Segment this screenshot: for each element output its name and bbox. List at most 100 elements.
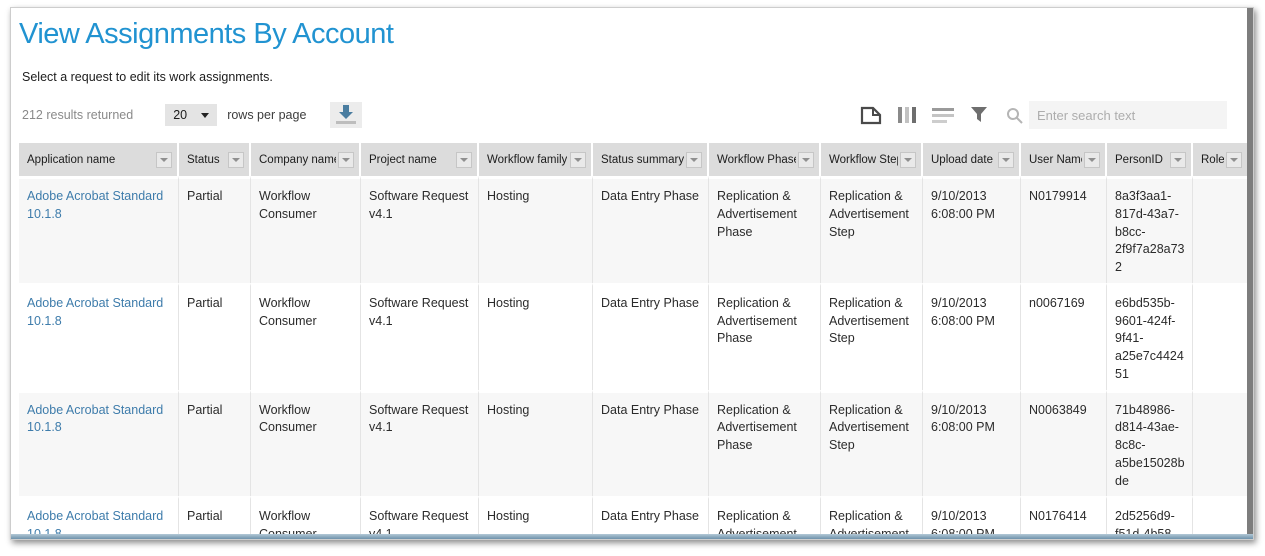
column-header-user[interactable]: User Name [1021,143,1107,176]
cell-phase: Replication & Advertisement Phase [709,282,821,390]
column-header-step[interactable]: Workflow Step [821,143,923,176]
column-header-upload[interactable]: Upload date [923,143,1021,176]
chevron-down-icon [1088,157,1096,162]
column-filter-step-button[interactable] [900,151,916,168]
cell-project: Software Request v4.1 [361,176,479,283]
filter-button[interactable] [970,106,988,124]
column-filter-family-button[interactable] [570,151,586,168]
column-header-family[interactable]: Workflow family [479,143,593,176]
cell-project: Software Request v4.1 [361,389,479,497]
cell-user: N0063849 [1021,389,1107,497]
cell-roles [1193,282,1247,390]
application-link[interactable]: Adobe Acrobat Standard 10.1.8 [27,189,163,221]
column-filter-status-button[interactable] [228,151,244,168]
rows-icon [932,107,954,123]
chevron-down-icon [160,157,168,162]
column-header-status[interactable]: Status [179,143,251,176]
table-row: Adobe Acrobat Standard 10.1.8 PartialWork… [19,176,1247,283]
new-page-icon [860,106,882,124]
cell-app: Adobe Acrobat Standard 10.1.8 [19,176,179,283]
search-input[interactable] [1029,101,1227,129]
application-link[interactable]: Adobe Acrobat Standard 10.1.8 [27,403,163,435]
column-filter-roles-button[interactable] [1226,151,1242,168]
cell-user: N0179914 [1021,176,1107,283]
chevron-down-icon [802,157,810,162]
cell-family: Hosting [479,176,593,283]
column-header-company[interactable]: Company name [251,143,361,176]
cell-company: Workflow Consumer [251,389,361,497]
table-head: Application name Status Company name Projec… [19,143,1247,176]
column-filter-project-button[interactable] [456,151,472,168]
table-body: Adobe Acrobat Standard 10.1.8 Partial Work… [19,176,1247,539]
column-header-project[interactable]: Project name [361,143,479,176]
download-icon [343,105,350,112]
column-header-summary[interactable]: Status summary [593,143,709,176]
cell-summary: Data Entry Phase [593,282,709,390]
column-filter-upload-button[interactable] [998,151,1014,168]
search-box [1006,101,1227,129]
column-filter-app-button[interactable] [156,151,172,168]
cell-user: n0067169 [1021,282,1107,390]
toolbar: 212 results returned 20 rows per page [22,100,1227,130]
chevron-down-icon [460,157,468,162]
chevron-down-icon [1230,157,1238,162]
cell-roles [1193,389,1247,497]
cell-family: Hosting [479,282,593,390]
column-label: Upload date [931,153,994,166]
table-row: Adobe Acrobat Standard 10.1.8 PartialWork… [19,389,1247,497]
column-label: Workflow family [487,153,568,166]
column-label: Application name [27,153,116,166]
cell-status: Partial [179,389,251,497]
cell-status: Partial [179,282,251,390]
cell-step: Replication & Advertisement Step [821,176,923,283]
cell-summary: Data Entry Phase [593,176,709,283]
chevron-down-icon [201,112,210,118]
chevron-down-icon [574,157,582,162]
assignments-table: Application name Status Company name Projec… [19,143,1247,539]
columns-icon [898,107,916,123]
column-filter-user-button[interactable] [1084,151,1100,168]
application-link[interactable]: Adobe Acrobat Standard 10.1.8 [27,296,163,328]
rows-button[interactable] [932,107,954,123]
cell-app: Adobe Acrobat Standard 10.1.8 [19,389,179,497]
cell-person: e6bd535b-9601-424f-9f41-a25e7c442451 [1107,282,1193,390]
cell-step: Replication & Advertisement Step [821,389,923,497]
page-subtitle: Select a request to edit its work assign… [22,70,273,84]
column-filter-company-button[interactable] [338,151,354,168]
new-page-button[interactable] [860,106,882,125]
rows-per-page-value: 20 [173,108,188,122]
cell-person: 8a3f3aa1-817d-43a7-b8cc-2f9f7a28a732 [1107,176,1193,283]
column-filter-summary-button[interactable] [686,151,702,168]
cell-phase: Replication & Advertisement Phase [709,389,821,497]
cell-summary: Data Entry Phase [593,389,709,497]
bottom-bar [11,534,1253,539]
column-header-person[interactable]: PersonID [1107,143,1193,176]
chevron-down-icon [1174,157,1182,162]
column-header-roles[interactable]: Roles [1193,143,1247,176]
cell-company: Workflow Consumer [251,282,361,390]
results-count: 212 results returned [22,108,134,122]
column-header-app[interactable]: Application name [19,143,179,176]
app-window: View Assignments By Account Select a req… [10,7,1254,540]
column-label: Status [187,153,220,166]
chevron-down-icon [1002,157,1010,162]
download-button[interactable] [330,102,363,128]
cell-roles [1193,176,1247,283]
cell-status: Partial [179,176,251,283]
table-row: Adobe Acrobat Standard 10.1.8 PartialWork… [19,282,1247,390]
rows-per-page-select[interactable]: 20 [165,104,218,126]
vertical-scrollbar[interactable] [1247,8,1253,539]
cell-person: 71b48986-d814-43ae-8c8c-a5be15028bde [1107,389,1193,497]
column-label: PersonID [1115,153,1163,166]
columns-button[interactable] [898,107,916,123]
cell-upload: 9/10/2013 6:08:00 PM [923,176,1021,283]
column-label: Workflow Step [829,153,898,166]
column-label: Project name [369,153,437,166]
column-filter-phase-button[interactable] [798,151,814,168]
column-label: Status summary [601,153,684,166]
column-filter-person-button[interactable] [1170,151,1186,168]
page-title: View Assignments By Account [19,18,394,50]
column-header-phase[interactable]: Workflow Phase [709,143,821,176]
column-label: Roles [1201,153,1224,166]
cell-step: Replication & Advertisement Step [821,282,923,390]
